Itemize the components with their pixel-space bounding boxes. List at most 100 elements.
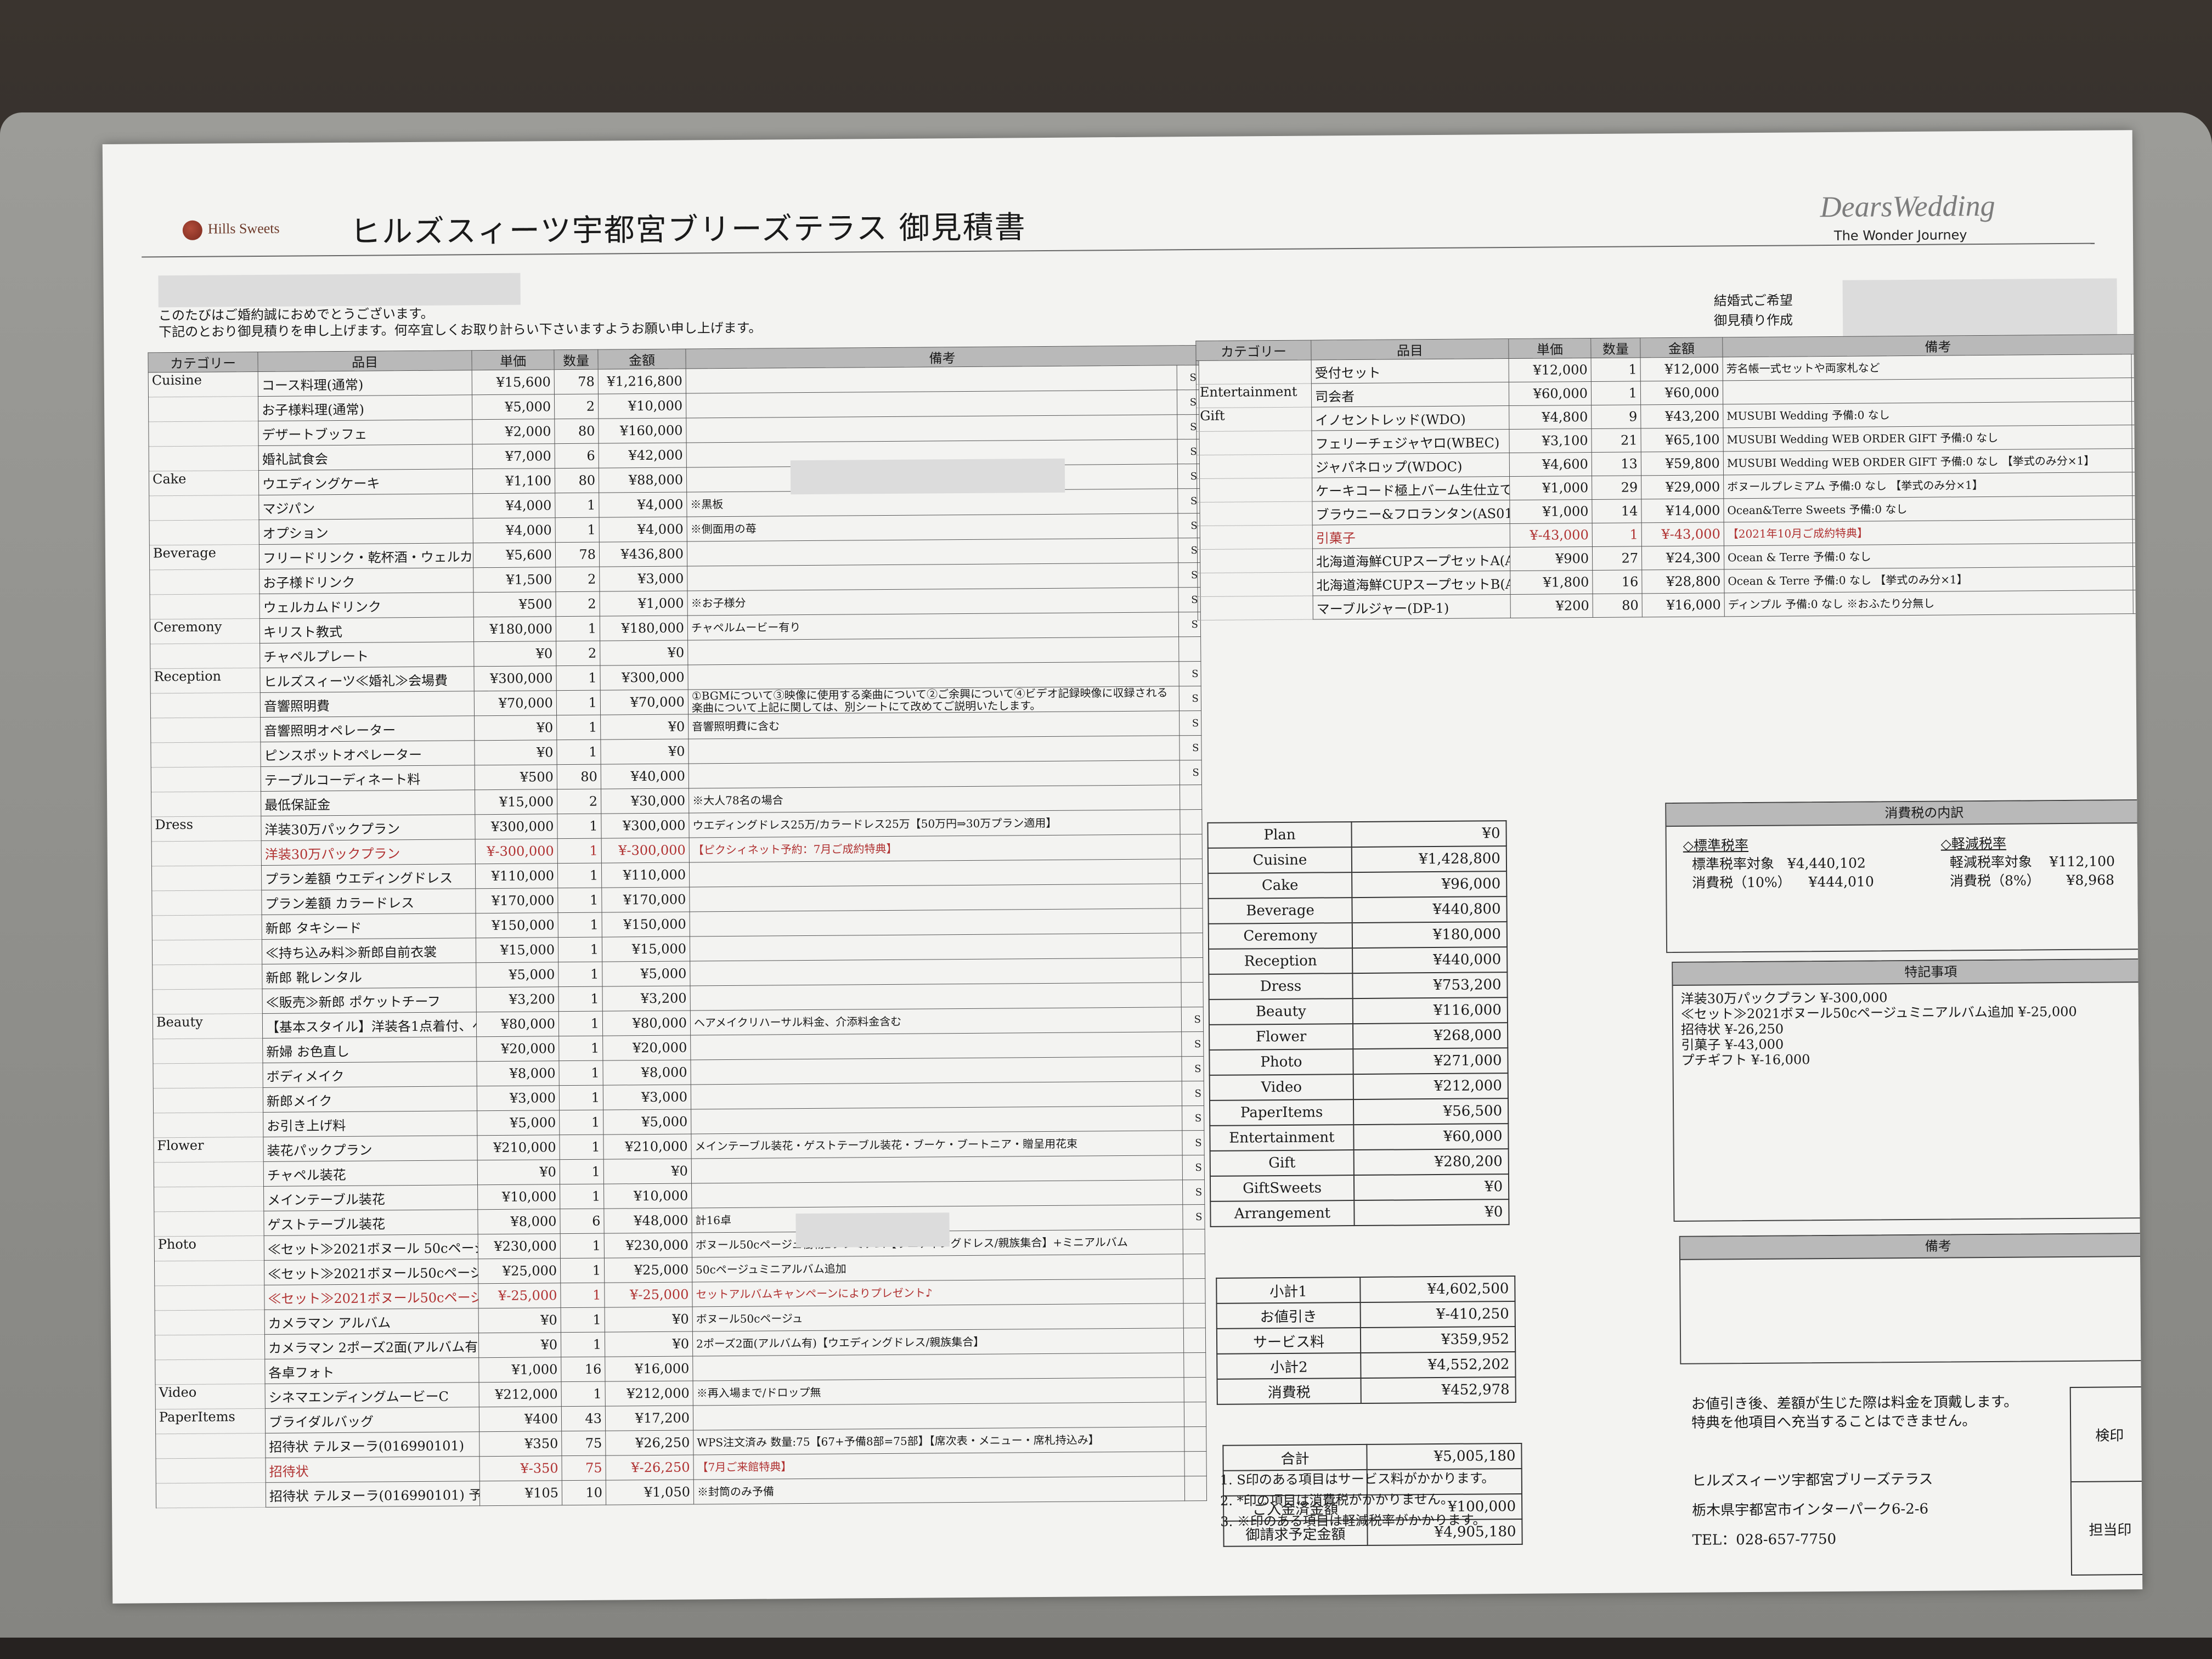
special-box-title: 特記事項	[1673, 959, 2143, 986]
category-cell	[148, 396, 258, 422]
quantity-cell: 1	[556, 690, 601, 715]
summary-value: ¥1,428,800	[1351, 846, 1507, 873]
quantity-cell: 1	[556, 665, 601, 691]
category-cell	[154, 1285, 265, 1311]
amount-cell: ¥40,000	[601, 764, 689, 789]
summary-row: Cuisine ¥1,428,800	[1207, 846, 1507, 873]
unit-price-cell: ¥300,000	[473, 665, 557, 691]
amount-cell: ¥0	[603, 1158, 692, 1184]
amount-cell: ¥212,000	[605, 1380, 693, 1407]
summary-row: サービス料 ¥359,952	[1216, 1327, 1516, 1354]
summary-row: お値引き ¥-410,250	[1216, 1301, 1515, 1329]
category-cell	[149, 594, 260, 619]
unit-price-cell: ¥0	[473, 641, 556, 667]
service-mark-cell	[1183, 1328, 1206, 1353]
summary-label: Dress	[1209, 973, 1353, 1000]
legend-note: 2. *印の項目は消費税がかかりません。	[1220, 1491, 1454, 1509]
category-cell	[155, 1359, 266, 1385]
amount-cell: ¥150,000	[602, 912, 690, 938]
summary-label: 小計2	[1217, 1352, 1361, 1379]
amount-cell: ¥-300,000	[601, 838, 690, 864]
reduced-tax-row: 消費税（8%） ¥8,968	[1941, 871, 2115, 890]
note-cell: 芳名帳一式セットや両家札など	[1723, 354, 2132, 381]
item-cell: テーブルコーディネート料	[261, 765, 475, 792]
category-cell: Ceremony	[150, 618, 260, 644]
item-cell: 新婦 お色直し	[262, 1036, 477, 1063]
category-cell: PaperItems	[155, 1408, 266, 1434]
summary-value: ¥212,000	[1353, 1073, 1508, 1100]
unit-price-cell: ¥1,000	[1509, 476, 1592, 500]
unit-price-cell: ¥3,000	[477, 1085, 560, 1111]
category-cell	[1197, 549, 1313, 573]
summary-row: Reception ¥440,000	[1209, 947, 1508, 974]
unit-price-cell: ¥25,000	[478, 1258, 561, 1284]
note-cell: ※封筒のみ予備	[693, 1476, 1185, 1504]
category-cell: Dress	[151, 816, 262, 842]
amount-cell: ¥4,000	[599, 492, 687, 518]
unit-price-cell: ¥80,000	[476, 1011, 559, 1037]
amount-cell: ¥80,000	[602, 1011, 691, 1036]
quantity-cell: 80	[557, 764, 601, 789]
item-cell: 新郎メイク	[263, 1086, 477, 1113]
unit-price-cell: ¥15,000	[476, 937, 558, 963]
note-cell	[692, 1352, 1184, 1381]
note-cell: MUSUBI Wedding WEB ORDER GIFT 予備:0 なし	[1723, 425, 2132, 452]
note-cell	[690, 908, 1181, 937]
quantity-cell: 1	[557, 814, 602, 839]
category-cell	[154, 1260, 264, 1286]
category-cell	[1198, 596, 1313, 620]
summary-label: GiftSweets	[1210, 1175, 1355, 1201]
quantity-cell: 27	[1592, 546, 1642, 571]
summary-label: Arrangement	[1210, 1200, 1355, 1227]
category-cell	[153, 1112, 263, 1138]
amount-cell: ¥300,000	[601, 813, 690, 839]
summary-value: ¥359,952	[1360, 1327, 1516, 1353]
summary-label: 合計	[1223, 1444, 1367, 1471]
amount-cell: ¥436,800	[599, 541, 687, 567]
unit-price-cell: ¥4,000	[473, 517, 556, 543]
category-cell	[153, 1087, 263, 1113]
category-cell	[151, 791, 261, 817]
standard-tax-value: ¥444,010	[1808, 873, 1874, 890]
quantity-cell: 1	[558, 912, 602, 938]
item-cell: フリードリンク・乾杯酒・ウェルカムドリンク	[259, 543, 473, 569]
quantity-cell: 1	[1591, 357, 1641, 382]
amount-cell: ¥5,000	[603, 1109, 691, 1135]
service-mark-cell: S	[1181, 1056, 1204, 1081]
category-cell	[154, 1186, 264, 1212]
column-header: 単価	[1508, 338, 1592, 359]
quantity-cell: 1	[560, 1283, 605, 1308]
quantity-cell: 80	[1593, 593, 1643, 618]
amount-cell: ¥0	[600, 640, 688, 666]
amount-cell: ¥70,000	[600, 690, 689, 715]
note-cell: ボヌール50cページュ	[692, 1303, 1184, 1331]
amount-cell: ¥0	[600, 714, 689, 740]
amount-cell: ¥43,200	[1640, 404, 1723, 428]
service-mark-cell: S	[1179, 686, 1201, 711]
note-cell: ヘアメイクリハーサル料金、介添料金含む	[690, 1007, 1182, 1036]
unit-price-cell: ¥12,000	[1509, 358, 1592, 382]
amount-cell: ¥0	[605, 1331, 693, 1357]
amount-cell: ¥-25,000	[604, 1282, 693, 1308]
item-cell: お子様料理(通常)	[258, 394, 472, 421]
summary-value: ¥271,000	[1353, 1048, 1508, 1075]
item-cell: コース料理(通常)	[258, 370, 472, 397]
summary-row: Cake ¥96,000	[1208, 871, 1507, 899]
column-header: 数量	[554, 349, 599, 370]
category-cell: Photo	[154, 1235, 264, 1261]
category-cell	[1197, 572, 1313, 597]
unit-price-cell: ¥1,000	[1509, 499, 1593, 524]
item-cell: メインテーブル装花	[263, 1184, 478, 1211]
service-mark-cell	[1181, 933, 1203, 958]
item-cell: マジパン	[258, 493, 473, 520]
quantity-cell: 43	[561, 1406, 606, 1431]
item-cell: 北海道海鮮CUPスープセットB(A217)	[1312, 571, 1511, 596]
unit-price-cell: ¥10,000	[477, 1184, 560, 1210]
service-mark-cell	[1180, 859, 1203, 884]
category-cell	[155, 1310, 265, 1335]
item-cell: プラン差額 ウエディングドレス	[261, 864, 476, 890]
amount-cell: ¥88,000	[599, 467, 687, 493]
quantity-cell: 1	[559, 1110, 603, 1135]
quantity-cell: 80	[555, 468, 599, 493]
note-cell: MUSUBI Wedding 予備:0 なし	[1723, 401, 2132, 428]
